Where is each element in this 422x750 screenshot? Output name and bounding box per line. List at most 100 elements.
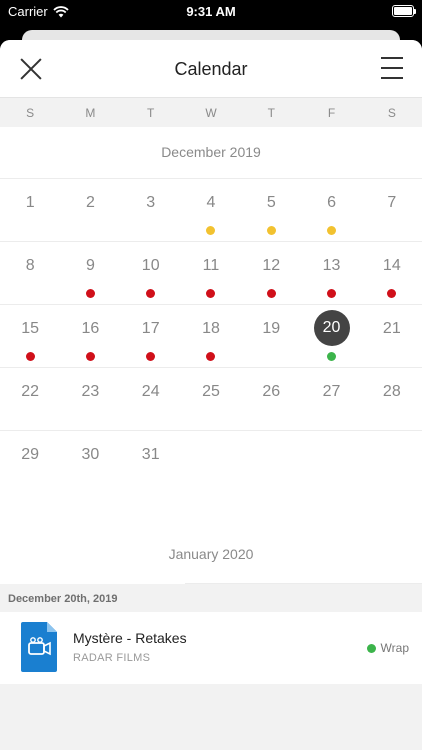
day-cell[interactable]: 22 — [0, 368, 60, 431]
day-number: 1 — [25, 194, 35, 211]
day-number: 27 — [322, 383, 341, 400]
day-cell[interactable]: 3 — [121, 179, 181, 242]
day-number: 2 — [85, 194, 95, 211]
day-cell[interactable]: 23 — [60, 368, 120, 431]
empty-day-cell — [181, 431, 241, 494]
day-cell[interactable]: 26 — [241, 368, 301, 431]
day-number: 25 — [202, 383, 220, 400]
day-cell[interactable]: 27 — [301, 368, 361, 431]
video-file-icon — [21, 622, 57, 672]
next-month-title: January 2020 — [168, 546, 254, 562]
event-dot-red-icon — [85, 352, 95, 361]
day-cell[interactable]: 30 — [60, 431, 120, 494]
status-dot-icon — [366, 643, 376, 653]
day-number: 6 — [327, 194, 336, 211]
day-cell-selected[interactable]: 20 — [301, 305, 361, 368]
event-dot-red-icon — [206, 352, 216, 361]
event-status-label: Wrap — [380, 641, 409, 655]
day-cell[interactable]: 24 — [121, 368, 181, 431]
day-number: 4 — [206, 194, 216, 211]
empty-day-cell — [301, 431, 361, 494]
event-dot-yellow-icon — [206, 226, 216, 235]
day-cell[interactable]: 1 — [0, 179, 60, 242]
week-row: 22 23 24 25 26 27 28 — [0, 368, 422, 431]
month-december-2019: December 2019 1 2 3 4 5 6 7 8 9 10 11 12 13 14 15 16 17 1… — [0, 127, 422, 494]
event-dot-red-icon — [327, 289, 337, 298]
page-title: Calendar — [174, 59, 248, 79]
week-row: 29 30 31 — [0, 431, 422, 494]
day-cell[interactable]: 8 — [0, 242, 60, 305]
event-dot-red-icon — [206, 289, 216, 298]
day-number: 26 — [262, 383, 281, 400]
weekday-label: T — [267, 105, 275, 120]
week-row: 8 9 10 11 12 13 14 — [0, 242, 422, 305]
weekday-label: F — [327, 105, 336, 120]
day-cell[interactable]: 13 — [301, 242, 361, 305]
day-cell[interactable]: 9 — [60, 242, 120, 305]
day-cell[interactable]: 16 — [60, 305, 120, 368]
day-number: 9 — [85, 257, 95, 274]
hamburger-menu-icon[interactable] — [381, 57, 403, 79]
event-dot-yellow-icon — [266, 226, 276, 235]
day-cell[interactable]: 18 — [181, 305, 241, 368]
weekday-header: SMTWTFS — [0, 98, 422, 127]
day-cell[interactable]: 31 — [121, 431, 181, 494]
day-cell[interactable]: 25 — [181, 368, 241, 431]
calendar-sheet: Calendar SMTWTFS December 2019 123456789… — [0, 40, 422, 750]
day-number: 15 — [21, 320, 40, 337]
event-row[interactable]: Mystère - Retakes RADAR FILMS Wrap — [0, 612, 422, 684]
day-cell[interactable]: 15 — [0, 305, 60, 368]
empty-day-cell — [362, 431, 422, 494]
event-dot-red-icon — [146, 352, 156, 361]
day-cell[interactable]: 19 — [241, 305, 301, 368]
day-number: 18 — [202, 320, 220, 337]
weekday-label: W — [205, 105, 217, 120]
event-title: Mystère - Retakes — [73, 630, 187, 646]
day-number: 7 — [387, 194, 397, 211]
event-dot-red-icon — [266, 289, 276, 298]
day-cell[interactable]: 21 — [362, 305, 422, 368]
day-number: 12 — [262, 257, 281, 274]
day-cell[interactable]: 29 — [0, 431, 60, 494]
day-cell[interactable]: 5 — [241, 179, 301, 242]
event-dot-yellow-icon — [327, 226, 337, 235]
status-bar: Carrier 9:31 AM — [0, 0, 422, 24]
day-number: 24 — [141, 383, 160, 400]
weekday-label: T — [147, 105, 155, 120]
day-cell[interactable]: 12 — [241, 242, 301, 305]
day-number: 8 — [25, 257, 35, 274]
day-number: 22 — [21, 383, 40, 400]
event-dot-red-icon — [146, 289, 156, 298]
weekday-label: S — [387, 105, 396, 120]
event-dot-green-icon — [327, 352, 337, 361]
month-grid: 1 2 3 4 5 6 7 8 9 10 11 12 13 14 15 16 17 18 19 20 21 22 23 24 2… — [0, 179, 422, 494]
day-cell[interactable]: 17 — [121, 305, 181, 368]
day-cell[interactable]: 7 — [362, 179, 422, 242]
day-number: 31 — [141, 446, 160, 463]
day-number: 20 — [322, 319, 341, 336]
day-number: 29 — [21, 446, 40, 463]
day-number: 11 — [202, 257, 220, 274]
event-dot-red-icon — [25, 352, 35, 361]
day-cell[interactable]: 11 — [181, 242, 241, 305]
event-company: RADAR FILMS — [73, 652, 151, 664]
day-number: 30 — [81, 446, 100, 463]
day-cell[interactable]: 4 — [181, 179, 241, 242]
day-number: 23 — [81, 383, 100, 400]
month-title: December 2019 — [0, 127, 422, 179]
day-cell[interactable]: 28 — [362, 368, 422, 431]
day-number: 3 — [146, 194, 156, 211]
divider — [185, 583, 422, 584]
weekday-label: S — [26, 105, 35, 120]
day-number: 14 — [382, 257, 401, 274]
day-cell[interactable]: 14 — [362, 242, 422, 305]
day-number: 21 — [382, 320, 401, 337]
month-january-2020: January 2020 — [0, 494, 422, 584]
day-cell[interactable]: 2 — [60, 179, 120, 242]
empty-day-cell — [241, 431, 301, 494]
status-time: 9:31 AM — [186, 4, 236, 19]
day-cell[interactable]: 10 — [121, 242, 181, 305]
day-cell[interactable]: 6 — [301, 179, 361, 242]
day-number: 10 — [141, 257, 160, 274]
day-number: 17 — [141, 320, 160, 337]
